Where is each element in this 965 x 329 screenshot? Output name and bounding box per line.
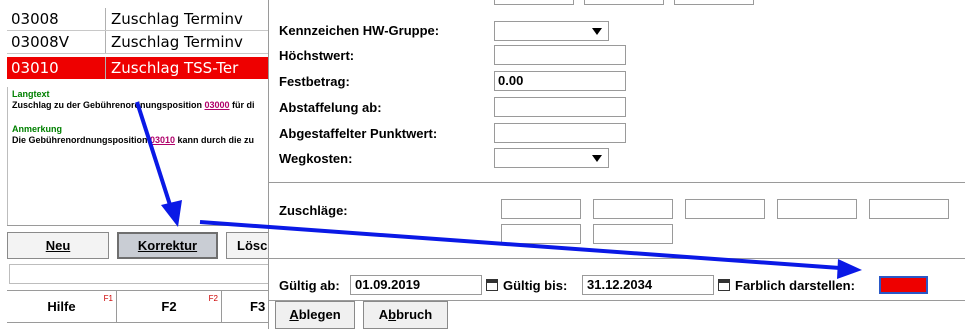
divider xyxy=(269,182,965,183)
farblich-label: Farblich darstellen: xyxy=(735,278,855,293)
action-buttons: Neu Korrektur Lösc xyxy=(7,232,268,259)
langtext-link[interactable]: 03000 xyxy=(205,100,230,110)
list-item-code: 03008V xyxy=(11,33,69,51)
anmerkung-text: Die Gebührenordnungsposition 03010 kann … xyxy=(12,135,268,146)
list-item-desc: Zuschlag Terminv xyxy=(111,10,243,28)
info-panel: Langtext Zuschlag zu der Gebührenordnung… xyxy=(7,87,268,225)
zuschlag-field[interactable] xyxy=(593,199,673,219)
f2-key-badge: F2 xyxy=(208,294,218,303)
kennzeichen-select[interactable] xyxy=(494,21,609,41)
anmerkung-pre: Die Gebührenordnungsposition xyxy=(12,135,150,145)
hoechstwert-label: Höchstwert: xyxy=(279,48,355,63)
wegkosten-label: Wegkosten: xyxy=(279,151,353,166)
list-item-selected[interactable]: 03010 Zuschlag TSS-Ter xyxy=(7,57,268,79)
neu-button[interactable]: Neu xyxy=(7,232,109,259)
ablegen-button[interactable]: Ablegen xyxy=(275,301,355,329)
kennzeichen-label: Kennzeichen HW-Gruppe: xyxy=(279,23,440,38)
zuschlag-field[interactable] xyxy=(501,199,581,219)
list-item[interactable]: 03008 Zuschlag Terminv xyxy=(7,8,268,30)
row-divider xyxy=(7,53,268,54)
abstaffelung-field[interactable] xyxy=(494,97,626,117)
gueltig-bis-field[interactable]: 31.12.2034 xyxy=(582,275,714,295)
anmerkung-link[interactable]: 03010 xyxy=(150,135,175,145)
wegkosten-select[interactable] xyxy=(494,148,609,168)
abbruch-button[interactable]: Abbruch xyxy=(363,301,448,329)
zuschlag-field[interactable] xyxy=(869,199,949,219)
f1-key-badge: F1 xyxy=(103,294,113,303)
list-item-code: 03008 xyxy=(11,10,59,28)
langtext-heading: Langtext xyxy=(12,89,50,99)
zuschlag-field[interactable] xyxy=(501,224,581,244)
anmerkung-heading: Anmerkung xyxy=(12,124,63,134)
chevron-down-icon xyxy=(592,155,602,162)
zuschlaege-label: Zuschläge: xyxy=(279,203,348,218)
column-divider xyxy=(105,57,106,79)
zuschlag-field[interactable] xyxy=(593,224,673,244)
abgestaffelter-field[interactable] xyxy=(494,123,626,143)
festbetrag-label: Festbetrag: xyxy=(279,74,350,89)
gueltig-ab-label: Gültig ab: xyxy=(279,278,340,293)
calendar-icon[interactable] xyxy=(486,279,498,291)
anmerkung-post: kann durch die zu xyxy=(175,135,255,145)
left-panel: 03008 Zuschlag Terminv 03008V Zuschlag T… xyxy=(0,0,268,329)
column-divider xyxy=(105,31,106,53)
f2-button[interactable]: F2 F2 xyxy=(117,291,222,322)
zuschlag-field[interactable] xyxy=(777,199,857,219)
function-key-bar: Hilfe F1 F2 F2 F3 xyxy=(7,290,268,323)
gueltig-ab-field[interactable]: 01.09.2019 xyxy=(350,275,482,295)
field-stub[interactable] xyxy=(584,0,664,5)
info-panel-border xyxy=(7,225,268,227)
detail-form: Kennzeichen HW-Gruppe: Höchstwert: Festb… xyxy=(268,0,965,329)
calendar-icon[interactable] xyxy=(718,279,730,291)
field-stub[interactable] xyxy=(494,0,574,5)
gueltig-bis-label: Gültig bis: xyxy=(503,278,568,293)
korrektur-button[interactable]: Korrektur xyxy=(117,232,218,259)
field-stub[interactable] xyxy=(674,0,754,5)
hoechstwert-field[interactable] xyxy=(494,45,626,65)
f1-help-button[interactable]: Hilfe F1 xyxy=(7,291,117,322)
list-item[interactable]: 03008V Zuschlag Terminv xyxy=(7,31,268,53)
divider xyxy=(269,258,965,259)
festbetrag-field[interactable]: 0.00 xyxy=(494,71,626,91)
langtext-pre: Zuschlag zu der Gebührenordnungsposition xyxy=(12,100,205,110)
abgestaffelter-label: Abgestaffelter Punktwert: xyxy=(279,126,438,141)
langtext-text: Zuschlag zu der Gebührenordnungsposition… xyxy=(12,100,268,111)
f3-button[interactable]: F3 xyxy=(222,291,268,322)
zuschlag-field[interactable] xyxy=(685,199,765,219)
langtext-post: für di xyxy=(229,100,255,110)
abstaffelung-label: Abstaffelung ab: xyxy=(279,100,382,115)
chevron-down-icon xyxy=(592,28,602,35)
loeschen-button[interactable]: Lösc xyxy=(226,232,268,259)
list-item-desc: Zuschlag TSS-Ter xyxy=(111,59,239,77)
list-item-code: 03010 xyxy=(11,59,59,77)
search-input[interactable] xyxy=(9,264,268,284)
color-swatch[interactable] xyxy=(879,276,928,294)
list-item-desc: Zuschlag Terminv xyxy=(111,33,243,51)
column-divider xyxy=(105,8,106,30)
